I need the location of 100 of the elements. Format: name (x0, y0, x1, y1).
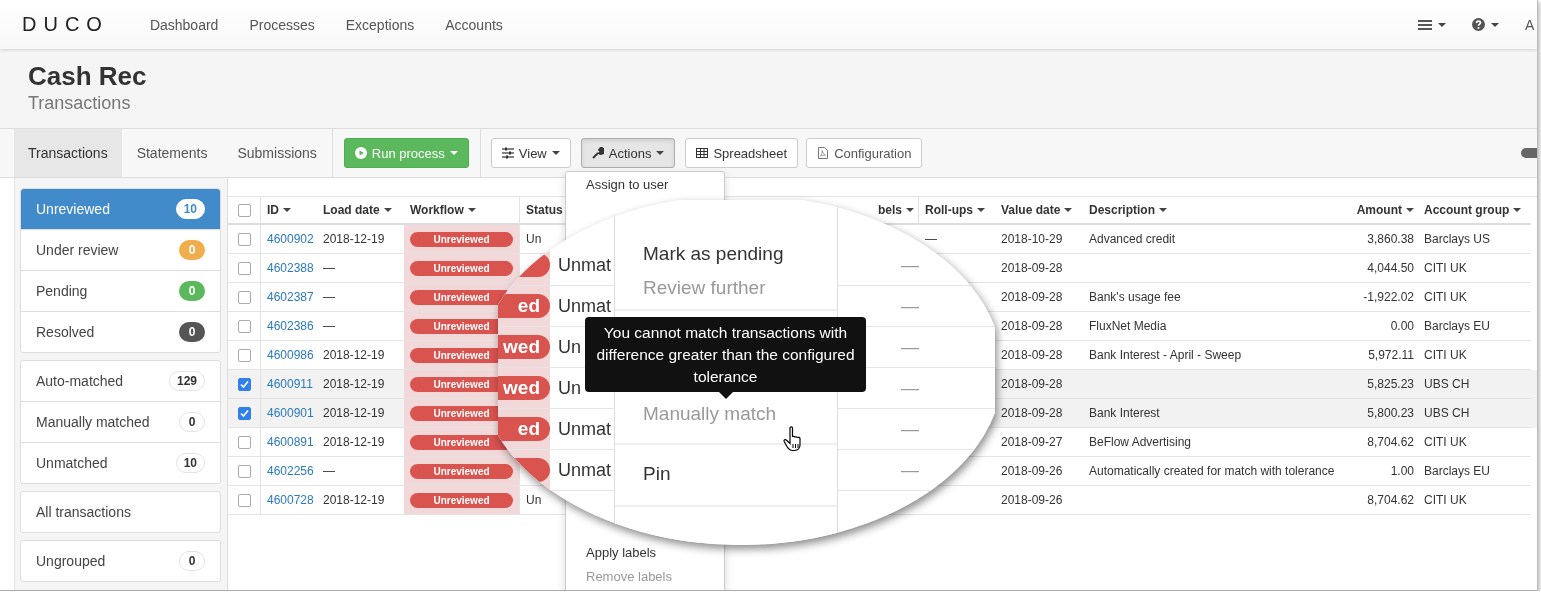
help-button[interactable] (1472, 18, 1499, 31)
caret-icon (449, 151, 458, 155)
column-header[interactable]: Account group (1424, 203, 1522, 217)
sidebar-item[interactable]: Unmatched 10 (21, 443, 220, 483)
id-link[interactable]: 4602256 (261, 457, 317, 486)
workflow-tag: Unreviewed (410, 492, 513, 508)
sidebar-item[interactable]: Under review 0 (21, 230, 220, 271)
table-cell: 8,704.62 (1341, 486, 1418, 515)
toolbar-button[interactable]: Actions (580, 138, 676, 168)
checkbox[interactable] (237, 203, 251, 217)
table-icon (696, 147, 709, 159)
toolbar-button[interactable]: View (490, 138, 571, 168)
count-badge: 0 (179, 240, 205, 260)
sidebar-item[interactable]: Ungrouped 0 (21, 541, 220, 581)
toggle-switch[interactable] (1521, 148, 1537, 158)
checkbox[interactable] (237, 261, 251, 275)
caret-icon (1491, 22, 1499, 27)
tab[interactable]: Statements (121, 129, 223, 177)
table-cell-text: Un (558, 377, 582, 399)
menu-button[interactable] (1418, 18, 1446, 31)
count-badge: 0 (179, 322, 205, 342)
caret-icon (1064, 208, 1073, 212)
column-header[interactable]: Roll-ups (925, 203, 985, 217)
nav-link[interactable]: Accounts (445, 16, 503, 33)
document-icon (817, 147, 830, 159)
column-header[interactable]: Load date (323, 203, 392, 217)
tab[interactable]: Transactions (14, 129, 122, 177)
caret-icon (383, 208, 392, 212)
sidebar-item[interactable]: Resolved 0 (21, 312, 220, 352)
nav-link[interactable]: Dashboard (149, 16, 219, 33)
id-link[interactable]: 4602386 (261, 312, 317, 341)
count-badge: 0 (179, 412, 205, 432)
id-link[interactable]: 4600891 (261, 428, 317, 457)
column-header[interactable]: bels (878, 203, 914, 217)
id-link[interactable]: 4600902 (261, 225, 317, 254)
table-cell: CITI UK (1418, 254, 1531, 283)
id-link[interactable]: 4602387 (261, 283, 317, 312)
table-cell: 2018-09-27 (995, 428, 1083, 457)
caret-icon (656, 151, 665, 155)
table-cell: Barclays EU (1418, 312, 1531, 341)
table-cell: CITI UK (1418, 428, 1531, 457)
nav-link[interactable]: Processes (249, 16, 315, 33)
sidebar-item[interactable]: Auto-matched 129 (21, 361, 220, 402)
column-header[interactable]: Description (1089, 203, 1167, 217)
caret-icon (1438, 22, 1446, 27)
checkbox[interactable] (237, 232, 251, 246)
toolbar-button[interactable]: Spreadsheet (685, 138, 799, 168)
table-cell: Automatically created for match with tolerance (1083, 457, 1341, 486)
table-cell: 0.00 (1341, 312, 1418, 341)
menu-item[interactable]: Assign to user (566, 172, 724, 196)
table-cell: — (901, 254, 919, 276)
tab[interactable]: Submissions (222, 129, 332, 177)
table-cell: Bank Interest (1083, 399, 1341, 428)
id-link[interactable]: 4600901 (261, 399, 317, 428)
nav-link[interactable]: Exceptions (345, 16, 415, 33)
id-link[interactable]: 4602388 (261, 254, 317, 283)
caret-icon (1513, 208, 1522, 212)
table-cell: CITI UK (1418, 283, 1531, 312)
workflow-tag: ed (498, 294, 550, 318)
toolbar-button[interactable]: Configuration (806, 138, 923, 168)
table-cell: 5,800.23 (1341, 399, 1418, 428)
table-cell-text: Unmat (558, 295, 612, 317)
table-cell: FluxNet Media (1083, 312, 1341, 341)
user-menu[interactable]: A (1525, 16, 1537, 33)
page-subtitle: Transactions (28, 92, 132, 115)
workflow-tag: Unreviewed (410, 231, 513, 247)
column-header[interactable]: ID (267, 203, 291, 217)
table-cell: 4,044.50 (1341, 254, 1418, 283)
sidebar-item[interactable]: Manually matched 0 (21, 402, 220, 443)
count-badge: 10 (175, 199, 205, 219)
checkbox[interactable] (237, 377, 251, 391)
checkbox[interactable] (237, 406, 251, 420)
column-header[interactable]: Amount (1356, 203, 1414, 217)
checkbox[interactable] (237, 290, 251, 304)
caret-icon (977, 208, 985, 212)
table-cell: 1.00 (1341, 457, 1418, 486)
caret-icon (906, 208, 914, 212)
column-header[interactable]: Workflow (410, 203, 476, 217)
column-header[interactable]: Value date (1001, 203, 1073, 217)
sidebar-item[interactable]: Pending 0 (21, 271, 220, 312)
help-icon (1472, 18, 1485, 31)
table-cell: 2018-09-28 (995, 254, 1083, 283)
checkbox[interactable] (237, 348, 251, 362)
sidebar-item[interactable]: Unreviewed 10 (21, 189, 220, 230)
sidebar-item[interactable]: All transactions (21, 492, 220, 532)
tooltip-arrow (718, 392, 733, 399)
count-badge: 0 (179, 551, 205, 571)
caret-icon (1159, 208, 1167, 212)
table-cell: 2018-09-26 (995, 457, 1083, 486)
id-link[interactable]: 4600728 (261, 486, 317, 515)
logo[interactable]: DUCO (22, 13, 109, 36)
table-cell: — (901, 418, 919, 440)
table-cell: — (901, 295, 919, 317)
count-badge: 129 (168, 371, 205, 391)
checkbox[interactable] (237, 464, 251, 478)
checkbox[interactable] (237, 435, 251, 449)
table-cell: 2018-09-26 (995, 486, 1083, 515)
checkbox[interactable] (237, 493, 251, 507)
workflow-tag: wed (498, 376, 550, 400)
checkbox[interactable] (237, 319, 251, 333)
